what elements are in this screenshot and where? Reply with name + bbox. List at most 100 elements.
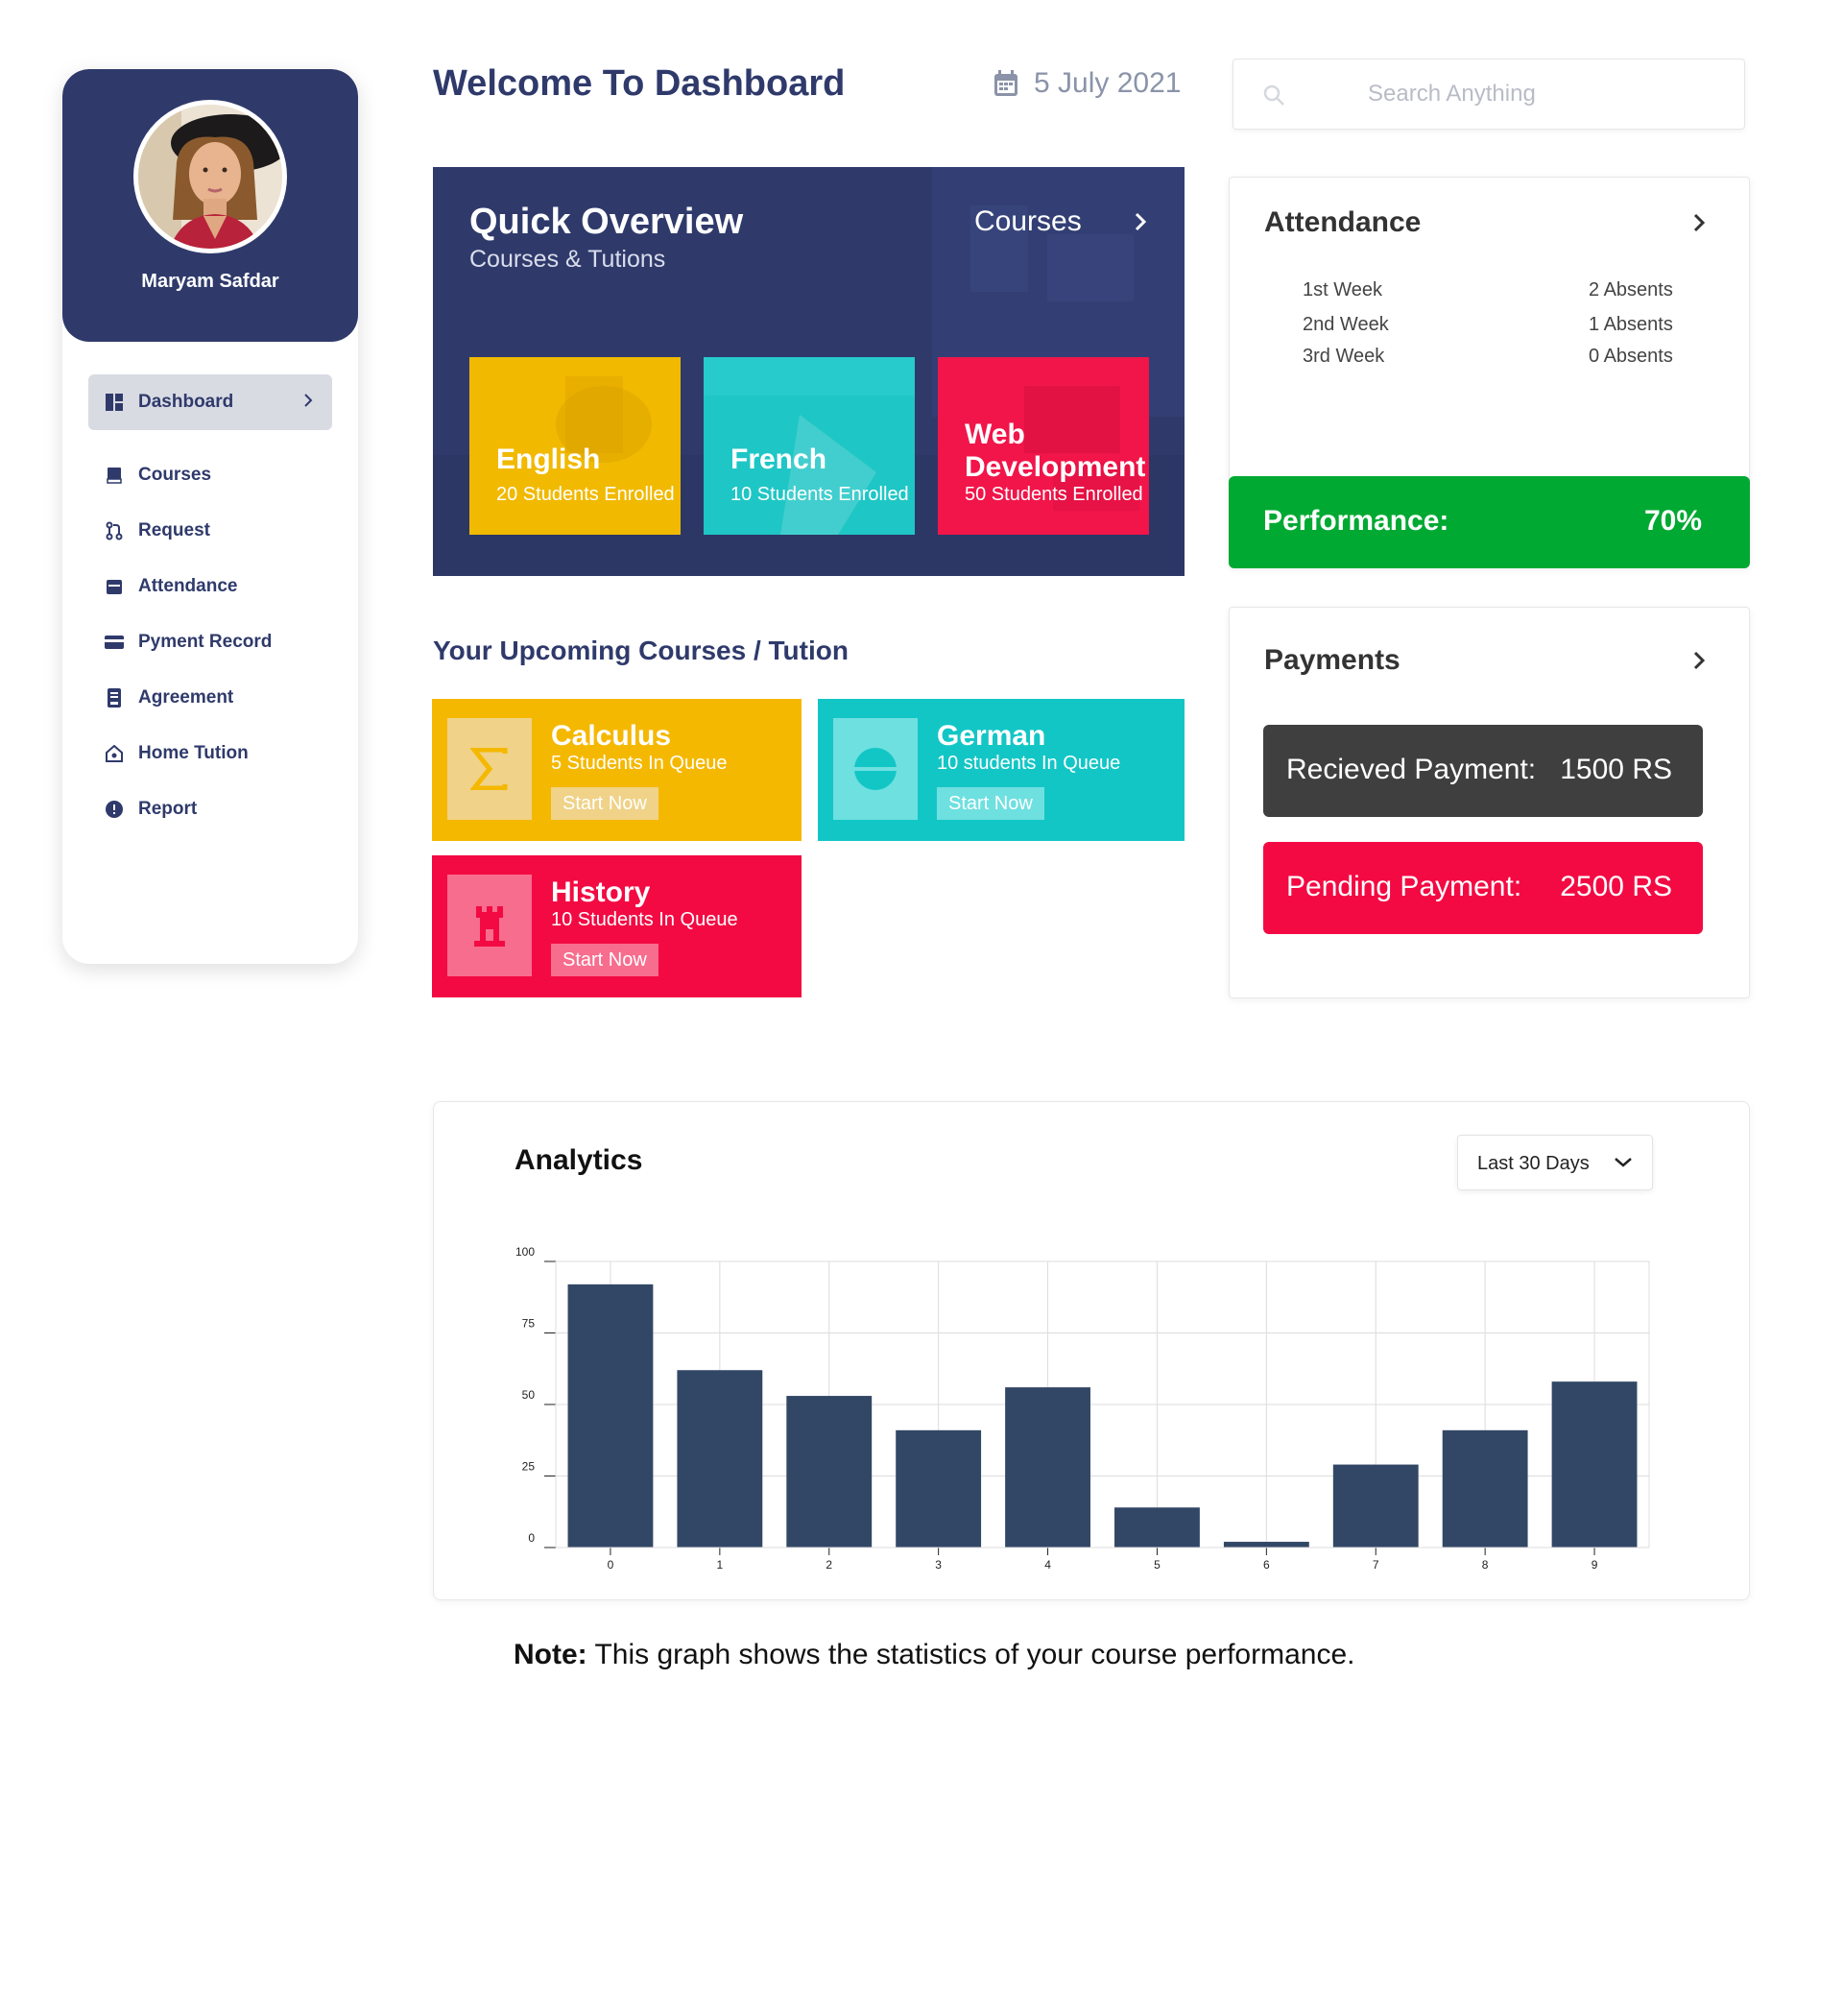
sidebar-item-label: Attendance: [138, 576, 238, 596]
course-name: English: [496, 444, 601, 475]
course-name: Web Development: [965, 419, 1145, 484]
search-box[interactable]: [1233, 59, 1745, 130]
x-tick-label: 0: [608, 1558, 614, 1572]
sidebar-item-label: Report: [138, 799, 198, 819]
course-card-web-development[interactable]: Web Development 50 Students Enrolled: [938, 357, 1149, 535]
x-tick-label: 4: [1044, 1558, 1051, 1572]
sidebar-item-label: Request: [138, 520, 210, 540]
received-payment-box: Recieved Payment: 1500 RS: [1263, 725, 1703, 817]
y-tick-label: 25: [522, 1460, 536, 1474]
sidebar-item-label: Dashboard: [138, 392, 234, 412]
overview-title: Quick Overview: [469, 202, 744, 242]
upcoming-card-german[interactable]: German 10 students In Queue Start Now: [818, 699, 1185, 841]
y-tick-label: 100: [515, 1245, 535, 1259]
course-enrolled: 10 Students Enrolled: [730, 484, 909, 505]
upcoming-title: Your Upcoming Courses / Tution: [433, 636, 849, 665]
course-enrolled: 20 Students Enrolled: [496, 484, 675, 505]
payments-card: Payments Recieved Payment: 1500 RS Pendi…: [1229, 607, 1750, 998]
x-tick-label: 7: [1373, 1558, 1379, 1572]
upcoming-course-name: German: [937, 720, 1046, 752]
sigma-icon: [447, 718, 532, 820]
sidebar-nav: Dashboard Courses Request Attendance Pym…: [88, 374, 332, 837]
upcoming-course-queue: 10 students In Queue: [937, 753, 1121, 774]
analytics-card: Analytics Last 30 Days 0 25 50 75 100 0 1 2 3 4 5 6…: [433, 1101, 1750, 1600]
chart-bar: [1223, 1542, 1309, 1548]
chart-note: Note: This graph shows the statistics of…: [514, 1639, 1354, 1671]
course-card-french[interactable]: French 10 Students Enrolled: [704, 357, 915, 535]
sidebar-item-attendance[interactable]: Attendance: [88, 559, 332, 614]
start-now-button[interactable]: Start Now: [551, 787, 658, 820]
course-card-english[interactable]: English 20 Students Enrolled: [469, 357, 681, 535]
page-title: Welcome To Dashboard: [433, 63, 846, 104]
overview-subtitle: Courses & Tutions: [469, 246, 666, 273]
sidebar-item-report[interactable]: Report: [88, 781, 332, 837]
search-icon: [1262, 84, 1285, 107]
sidebar-item-label: Home Tution: [138, 743, 249, 763]
start-now-button[interactable]: Start Now: [551, 944, 658, 976]
upcoming-card-calculus[interactable]: Calculus 5 Students In Queue Start Now: [432, 699, 802, 841]
upcoming-course-queue: 5 Students In Queue: [551, 753, 728, 774]
sidebar-item-label: Pyment Record: [138, 632, 273, 652]
sidebar-item-label: Courses: [138, 465, 212, 485]
profile-name: Maryam Safdar: [141, 271, 279, 292]
upcoming-course-name: Calculus: [551, 720, 672, 752]
pull-request-icon: [104, 520, 125, 541]
attendance-week: 3rd Week: [1303, 346, 1385, 367]
sidebar-item-request[interactable]: Request: [88, 503, 332, 559]
y-tick-label: 0: [528, 1531, 535, 1545]
note-label: Note:: [514, 1639, 587, 1670]
sidebar-item-agreement[interactable]: Agreement: [88, 670, 332, 726]
chevron-right-icon[interactable]: [1692, 650, 1706, 671]
chart-bar: [1332, 1464, 1419, 1548]
pending-payment-value: 2500 RS: [1560, 871, 1672, 902]
upcoming-course-name: History: [551, 876, 651, 908]
x-tick-label: 3: [935, 1558, 942, 1572]
sidebar-item-dashboard[interactable]: Dashboard: [88, 374, 332, 430]
dashboard-icon: [104, 392, 125, 413]
chart-bar: [896, 1429, 982, 1548]
x-tick-label: 2: [826, 1558, 832, 1572]
chart-bar: [1442, 1429, 1528, 1548]
castle-icon: [447, 875, 532, 976]
start-now-button[interactable]: Start Now: [937, 787, 1044, 820]
chart-bar: [786, 1396, 873, 1548]
document-icon: [104, 687, 125, 708]
payments-title: Payments: [1264, 644, 1400, 676]
flag-circle-icon: [833, 718, 918, 820]
performance-banner: Performance: 70%: [1229, 476, 1750, 568]
note-text: This graph shows the statistics of your …: [586, 1639, 1355, 1670]
course-name: French: [730, 444, 827, 475]
avatar[interactable]: [133, 100, 287, 253]
attendance-absents: 0 Absents: [1589, 346, 1673, 367]
y-tick-label: 75: [522, 1317, 536, 1331]
courses-link[interactable]: Courses: [974, 205, 1082, 238]
chart-bar: [567, 1284, 654, 1548]
upcoming-course-queue: 10 Students In Queue: [551, 909, 738, 930]
x-tick-label: 6: [1263, 1558, 1270, 1572]
upcoming-card-history[interactable]: History 10 Students In Queue Start Now: [432, 855, 802, 997]
calendar-icon: [993, 70, 1018, 97]
sidebar-item-label: Agreement: [138, 687, 234, 708]
performance-value: 70%: [1643, 505, 1702, 537]
home-icon: [104, 743, 125, 764]
alert-circle-icon: [104, 799, 125, 820]
x-tick-label: 9: [1592, 1558, 1598, 1572]
chevron-right-icon: [303, 393, 313, 408]
calendar-icon: [104, 576, 125, 597]
pending-payment-box: Pending Payment: 2500 RS: [1263, 842, 1703, 934]
search-input[interactable]: [1368, 60, 1713, 129]
x-tick-label: 5: [1154, 1558, 1161, 1572]
chart-bar: [1551, 1381, 1638, 1548]
date-text: 5 July 2021: [1034, 67, 1182, 99]
chevron-right-icon[interactable]: [1134, 211, 1147, 232]
course-enrolled: 50 Students Enrolled: [965, 484, 1143, 505]
attendance-week: 1st Week: [1303, 279, 1382, 300]
sidebar-item-home-tution[interactable]: Home Tution: [88, 726, 332, 781]
x-tick-label: 1: [717, 1558, 724, 1572]
sidebar-item-courses[interactable]: Courses: [88, 447, 332, 503]
profile-card: Maryam Safdar: [62, 69, 358, 342]
attendance-absents: 1 Absents: [1589, 314, 1673, 335]
chevron-right-icon[interactable]: [1692, 212, 1706, 233]
course-name-line-2: Development: [965, 451, 1146, 483]
sidebar-item-payment-record[interactable]: Pyment Record: [88, 614, 332, 670]
